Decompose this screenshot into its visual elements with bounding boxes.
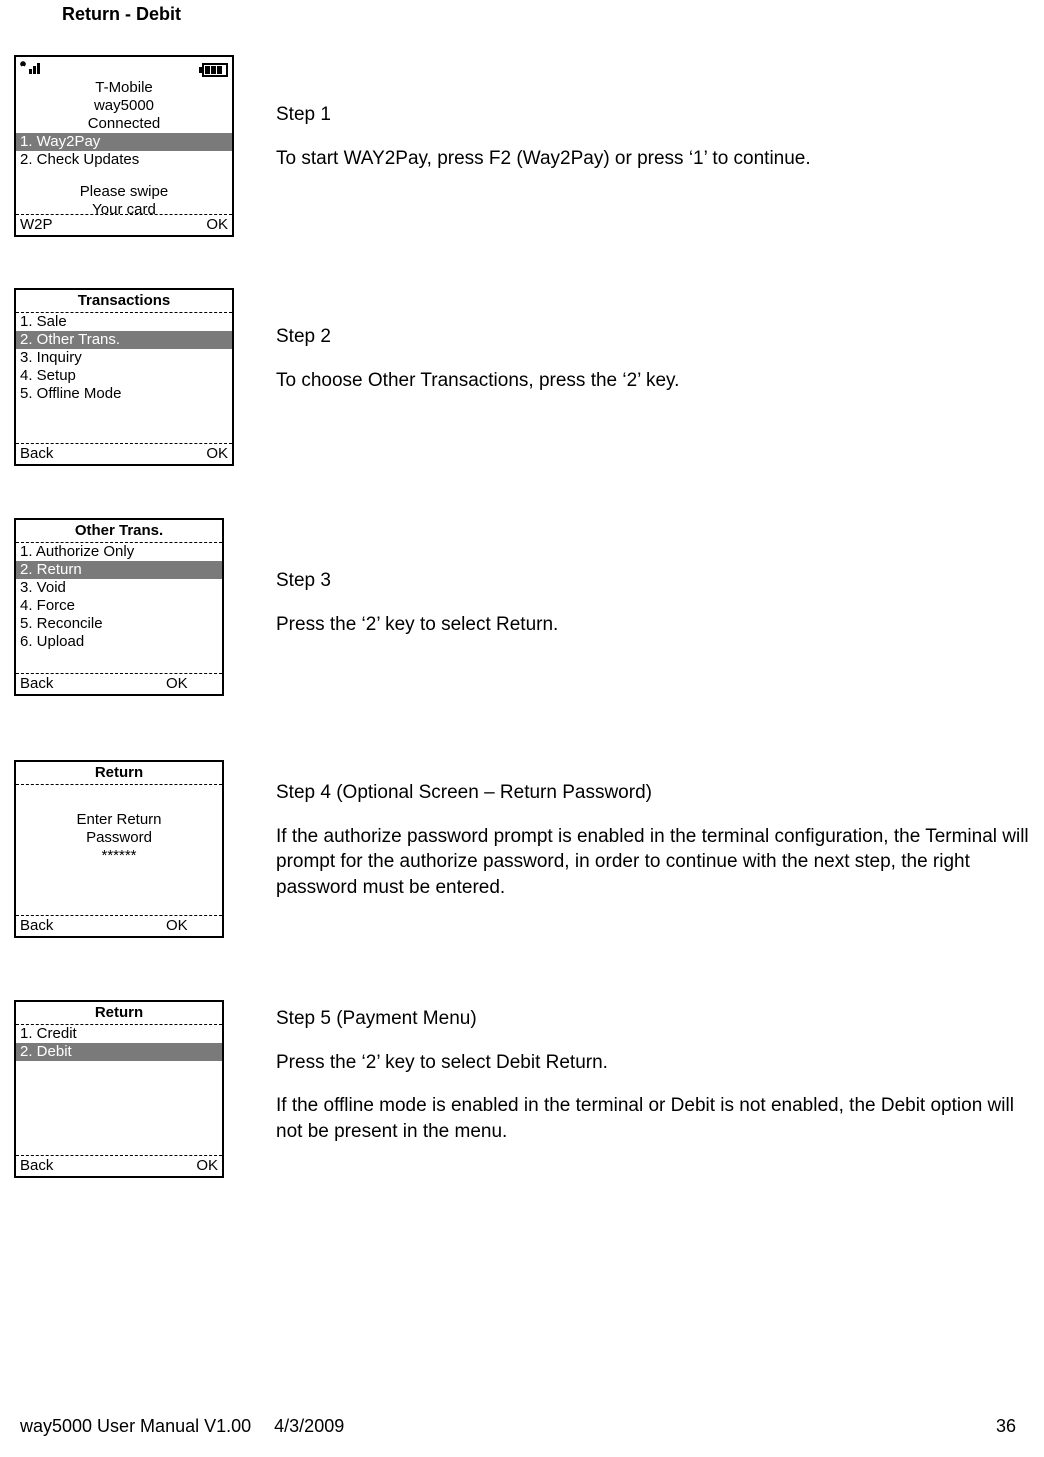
screen-title: Other Trans.	[16, 520, 222, 542]
softkey-left-back[interactable]: Back	[20, 675, 53, 693]
menu-item-way2pay[interactable]: 1. Way2Pay	[16, 133, 232, 151]
step-5-body1: Press the ‘2’ key to select Debit Return…	[276, 1050, 1034, 1076]
softkey-right-ok[interactable]: OK	[166, 675, 188, 693]
footer-manual-version: way5000 User Manual V1.00	[20, 1416, 251, 1436]
softkey-left-back[interactable]: Back	[20, 917, 53, 935]
menu-item-other-trans[interactable]: 2. Other Trans.	[16, 331, 232, 349]
carrier-label: T-Mobile	[20, 79, 228, 97]
menu-item-upload[interactable]: 6. Upload	[16, 633, 222, 651]
step-1-title: Step 1	[276, 102, 1034, 128]
footer-page-number: 36	[996, 1416, 1016, 1437]
softkey-right-ok[interactable]: OK	[196, 1157, 218, 1175]
step-3-block: Step 3 Press the ‘2’ key to select Retur…	[276, 568, 1034, 637]
step-1-body: To start WAY2Pay, press F2 (Way2Pay) or …	[276, 146, 1034, 172]
step-1-block: Step 1 To start WAY2Pay, press F2 (Way2P…	[276, 102, 1034, 171]
step-5-body2: If the offline mode is enabled in the te…	[276, 1093, 1034, 1144]
terminal-screen-4: Return Enter Return Password ****** Back…	[14, 760, 224, 938]
step-2-block: Step 2 To choose Other Transactions, pre…	[276, 324, 1034, 393]
menu-item-return[interactable]: 2. Return	[16, 561, 222, 579]
menu-item-credit[interactable]: 1. Credit	[16, 1025, 222, 1043]
step-4-title: Step 4 (Optional Screen – Return Passwor…	[276, 780, 1034, 806]
menu-item-setup[interactable]: 4. Setup	[16, 367, 232, 385]
menu-item-sale[interactable]: 1. Sale	[16, 313, 232, 331]
menu-item-force[interactable]: 4. Force	[16, 597, 222, 615]
step-5-title: Step 5 (Payment Menu)	[276, 1006, 1034, 1032]
menu-item-authorize-only[interactable]: 1. Authorize Only	[16, 543, 222, 561]
menu-item-reconcile[interactable]: 5. Reconcile	[16, 615, 222, 633]
screen-title: Return	[16, 1002, 222, 1024]
terminal-screen-2: Transactions 1. Sale 2. Other Trans. 3. …	[14, 288, 234, 466]
step-5-block: Step 5 (Payment Menu) Press the ‘2’ key …	[276, 1006, 1034, 1145]
password-prompt-line1: Enter Return	[16, 811, 222, 829]
menu-item-void[interactable]: 3. Void	[16, 579, 222, 597]
softkey-left-back[interactable]: Back	[20, 445, 53, 463]
step-4-body: If the authorize password prompt is enab…	[276, 824, 1034, 901]
connection-status: Connected	[20, 115, 228, 133]
menu-item-inquiry[interactable]: 3. Inquiry	[16, 349, 232, 367]
signal-icon	[20, 59, 48, 80]
footer-date: 4/3/2009	[274, 1416, 344, 1436]
terminal-screen-1: T-Mobile way5000 Connected 1. Way2Pay 2.…	[14, 55, 234, 237]
terminal-screen-5: Return 1. Credit 2. Debit Back OK	[14, 1000, 224, 1178]
softkey-right-ok[interactable]: OK	[206, 216, 228, 234]
battery-icon	[202, 63, 228, 77]
softkey-left-back[interactable]: Back	[20, 1157, 53, 1175]
menu-item-debit[interactable]: 2. Debit	[16, 1043, 222, 1061]
step-2-title: Step 2	[276, 324, 1034, 350]
password-prompt-line2: Password	[16, 829, 222, 847]
device-label: way5000	[20, 97, 228, 115]
section-title: Return - Debit	[62, 4, 181, 25]
step-3-title: Step 3	[276, 568, 1034, 594]
step-4-block: Step 4 (Optional Screen – Return Passwor…	[276, 780, 1034, 901]
menu-item-offline-mode[interactable]: 5. Offline Mode	[16, 385, 232, 403]
password-masked[interactable]: ******	[16, 847, 222, 865]
step-2-body: To choose Other Transactions, press the …	[276, 368, 1034, 394]
swipe-prompt-line1: Please swipe	[16, 183, 232, 201]
step-3-body: Press the ‘2’ key to select Return.	[276, 612, 1034, 638]
softkey-right-ok[interactable]: OK	[206, 445, 228, 463]
softkey-right-ok[interactable]: OK	[166, 917, 188, 935]
terminal-screen-3: Other Trans. 1. Authorize Only 2. Return…	[14, 518, 224, 696]
screen-title: Transactions	[16, 290, 232, 312]
softkey-left-w2p[interactable]: W2P	[20, 216, 53, 234]
menu-item-check-updates[interactable]: 2. Check Updates	[16, 151, 232, 169]
screen-title: Return	[16, 762, 222, 784]
